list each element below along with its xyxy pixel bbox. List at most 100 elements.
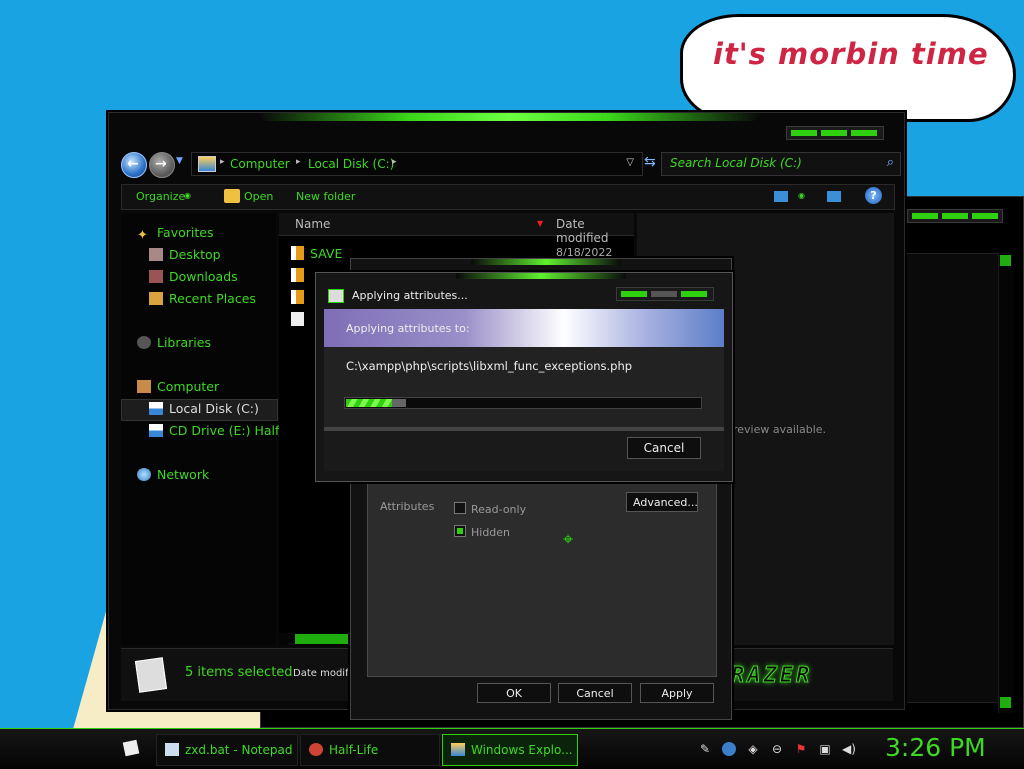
- razer-logo: RAZER: [730, 663, 813, 689]
- maximize-button[interactable]: [651, 291, 677, 297]
- details-date-label: Date modifie: [293, 668, 358, 679]
- search-input[interactable]: [662, 153, 880, 173]
- task-label: Windows Explo...: [471, 743, 573, 757]
- new-folder-button[interactable]: New folder: [296, 190, 355, 203]
- nav-network[interactable]: Network: [137, 467, 209, 482]
- view-dropdown-icon[interactable]: ◉: [798, 191, 805, 200]
- minimize-button[interactable]: [621, 291, 647, 297]
- checkbox-checked-icon[interactable]: [454, 525, 466, 537]
- minimize-button[interactable]: [912, 213, 938, 219]
- recent-pages-dropdown-icon[interactable]: ▼: [176, 156, 183, 166]
- sort-dropdown-icon[interactable]: ▼: [537, 219, 543, 228]
- search-icon[interactable]: ⌕: [887, 155, 894, 170]
- half-life-icon: [309, 743, 323, 756]
- task-windows-explorer[interactable]: Windows Explo...: [442, 734, 578, 766]
- nav-label: Desktop: [169, 247, 221, 262]
- arrow-left-icon: ←: [127, 156, 139, 172]
- chevron-right-icon[interactable]: ▸: [392, 157, 397, 167]
- close-button[interactable]: [851, 130, 877, 136]
- nav-recent-places[interactable]: Recent Places: [149, 291, 256, 306]
- dialog-title: Applying attributes...: [352, 289, 468, 302]
- drive-icon: [198, 156, 216, 172]
- task-label: Half-Life: [329, 743, 379, 757]
- close-button[interactable]: [681, 291, 707, 297]
- arrow-right-icon: →: [155, 156, 167, 172]
- task-label: zxd.bat - Notepad: [185, 743, 293, 757]
- nav-computer[interactable]: Computer: [137, 379, 219, 394]
- nav-downloads[interactable]: Downloads: [149, 269, 238, 284]
- nav-label: Recent Places: [169, 291, 256, 306]
- checkbox-icon[interactable]: [454, 502, 466, 514]
- scroll-up-button[interactable]: [1000, 255, 1011, 266]
- task-half-life[interactable]: Half-Life: [300, 734, 440, 766]
- readonly-checkbox[interactable]: Read-only: [454, 502, 526, 516]
- applying-attributes-dialog[interactable]: Applying attributes... Applying attribut…: [315, 272, 733, 482]
- checkbox-label: Read-only: [471, 503, 527, 516]
- network-icon: [137, 468, 151, 481]
- breadcrumb-computer[interactable]: Computer: [230, 157, 290, 171]
- folder-icon: [291, 290, 304, 304]
- window-controls[interactable]: [616, 287, 714, 301]
- task-notepad[interactable]: zxd.bat - Notepad: [156, 734, 298, 766]
- hidden-checkbox[interactable]: Hidden: [454, 525, 510, 539]
- preview-pane-icon[interactable]: [827, 191, 841, 202]
- change-view-icon[interactable]: [774, 191, 788, 202]
- column-date-modified[interactable]: Date modified: [556, 217, 634, 245]
- pen-icon[interactable]: ✎: [698, 742, 712, 756]
- column-name[interactable]: Name: [295, 217, 330, 231]
- title-glow: [259, 113, 759, 121]
- chevron-right-icon[interactable]: ▸: [296, 157, 301, 167]
- current-file-path: C:\xampp\php\scripts\libxml_func_excepti…: [346, 359, 633, 373]
- folder-icon: [291, 268, 304, 282]
- minimize-button[interactable]: [791, 130, 817, 136]
- taskbar: zxd.bat - Notepad Half-Life Windows Expl…: [0, 728, 1024, 769]
- selection-count: 5 items selected: [185, 665, 293, 680]
- action-center-flag-icon[interactable]: ⚑: [794, 742, 808, 756]
- scroll-down-button[interactable]: [1000, 697, 1011, 708]
- nav-favorites[interactable]: ✦ Favorites: [137, 225, 213, 243]
- close-button[interactable]: [972, 213, 998, 219]
- nav-local-disk[interactable]: Local Disk (C:): [149, 401, 259, 416]
- organize-button[interactable]: Organize: [136, 190, 185, 203]
- volume-icon[interactable]: ◀): [842, 742, 856, 756]
- nav-cd-drive[interactable]: CD Drive (E:) Half-: [149, 423, 283, 438]
- open-button[interactable]: Open: [244, 190, 273, 203]
- back-button[interactable]: ←: [121, 152, 147, 178]
- minus-circle-icon[interactable]: ⊖: [770, 742, 784, 756]
- maximize-button[interactable]: [821, 130, 847, 136]
- window-controls[interactable]: [786, 126, 884, 140]
- address-bar[interactable]: ▸ Computer ▸ Local Disk (C:) ▸ ▽: [191, 152, 643, 176]
- open-folder-icon: [224, 189, 240, 203]
- window-controls[interactable]: [907, 209, 1003, 223]
- breadcrumb-local-disk[interactable]: Local Disk (C:): [308, 157, 394, 171]
- banner-text: Applying attributes to:: [346, 322, 470, 335]
- cancel-button[interactable]: Cancel: [558, 683, 632, 703]
- search-box[interactable]: ⌕: [661, 152, 901, 176]
- network-tray-icon[interactable]: ▣: [818, 742, 832, 756]
- file-icon: [291, 312, 304, 326]
- busy-cursor-icon: ⌖: [563, 529, 574, 550]
- help-icon[interactable]: ?: [865, 187, 882, 204]
- progress-banner: Applying attributes to:: [324, 309, 724, 347]
- tray-app-icon[interactable]: ◈: [746, 742, 760, 756]
- preview-message: review available.: [733, 423, 827, 436]
- forward-button[interactable]: →: [149, 152, 175, 178]
- globe-icon[interactable]: [722, 742, 736, 756]
- multiple-files-icon: [134, 657, 168, 693]
- ok-button[interactable]: OK: [477, 683, 551, 703]
- chevron-right-icon[interactable]: ▸: [220, 157, 225, 167]
- cancel-button[interactable]: Cancel: [627, 437, 701, 459]
- apply-button[interactable]: Apply: [640, 683, 714, 703]
- attributes-label: Attributes: [380, 500, 435, 513]
- downloads-icon: [149, 270, 163, 283]
- start-icon[interactable]: [122, 739, 140, 757]
- advanced-button[interactable]: Advanced...: [626, 492, 698, 512]
- organize-dropdown-icon[interactable]: ◉: [184, 191, 191, 200]
- address-dropdown-icon[interactable]: ▽: [626, 157, 634, 168]
- clock[interactable]: 3:26 PM: [885, 733, 986, 762]
- title-glow: [456, 273, 626, 279]
- vertical-scrollbar[interactable]: [998, 253, 1013, 713]
- nav-desktop[interactable]: Desktop: [149, 247, 221, 262]
- maximize-button[interactable]: [942, 213, 968, 219]
- nav-libraries[interactable]: Libraries: [137, 335, 211, 350]
